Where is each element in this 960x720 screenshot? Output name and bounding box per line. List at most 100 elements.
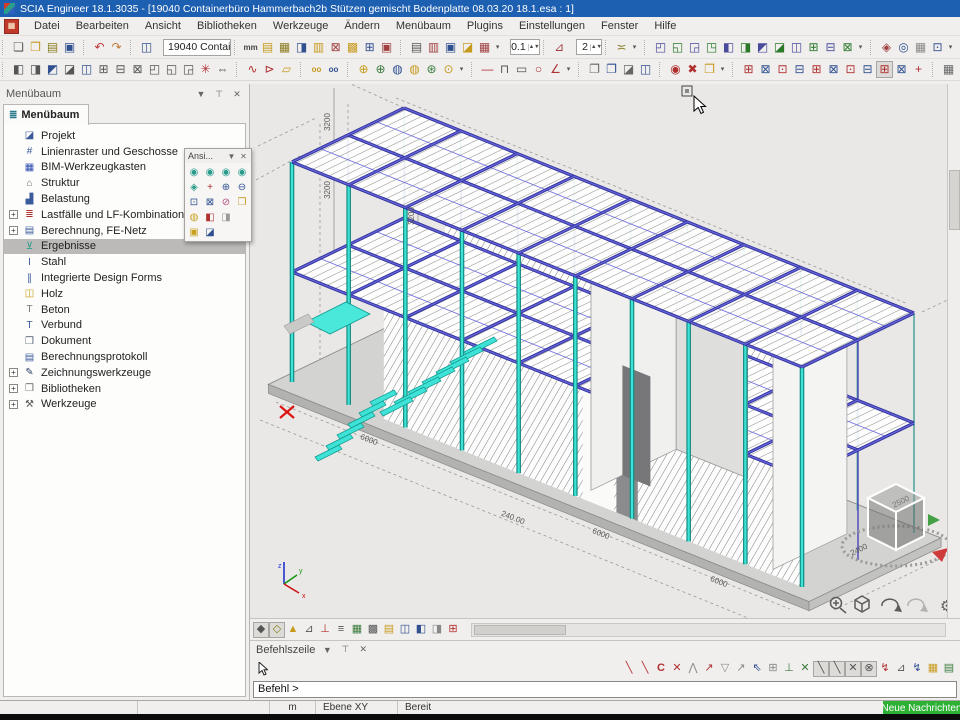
- view-corner-icon[interactable]: ◈: [187, 180, 202, 194]
- cursor-snap-settings-icon[interactable]: ⇖: [749, 661, 765, 677]
- spinner-arrows-icon[interactable]: ▲▼: [590, 44, 601, 51]
- member-tool-3-icon[interactable]: ⊡: [774, 61, 791, 78]
- new-messages-badge[interactable]: Neue Nachrichten: [883, 701, 960, 715]
- show-sections-icon[interactable]: ▤: [381, 622, 397, 638]
- move-icon[interactable]: ❐: [603, 61, 620, 78]
- rotate-icon[interactable]: ◪: [620, 61, 637, 78]
- calculator-icon[interactable]: ▦: [276, 39, 293, 56]
- document-icon[interactable]: ▣: [442, 39, 459, 56]
- paste-attributes-icon[interactable]: ▥: [310, 39, 327, 56]
- chain-2-icon[interactable]: oo: [325, 61, 342, 78]
- menu-bibliotheken[interactable]: Bibliotheken: [189, 18, 265, 34]
- tree-item-integrierte-design-forms[interactable]: ∥Integrierte Design Forms: [4, 270, 245, 286]
- mdi-document-icon[interactable]: ▦: [4, 19, 19, 34]
- draw-angle-icon[interactable]: ∠: [547, 61, 564, 78]
- status-plane[interactable]: Ebene XY: [316, 701, 398, 714]
- new-project-icon[interactable]: ❏: [10, 39, 27, 56]
- node-tool-2-icon[interactable]: ⊕: [372, 61, 389, 78]
- delete-icon[interactable]: ⊠: [327, 39, 344, 56]
- picture-icon[interactable]: ▦: [476, 39, 493, 56]
- node-tool-4-icon[interactable]: ◍: [406, 61, 423, 78]
- ansicht-palette[interactable]: Ansi... ▼ ✕ ◉◉◉◉◈+⊕⊖⊡⊠⊘❒◍◧◨▣◪: [184, 148, 252, 242]
- zoom-out-icon[interactable]: ⊖: [235, 180, 250, 194]
- visibility-caret[interactable]: ▾: [718, 61, 727, 78]
- vscroll-thumb[interactable]: [949, 170, 960, 230]
- view-x-icon[interactable]: ◉: [187, 165, 202, 179]
- show-axes-icon[interactable]: ≡: [333, 622, 349, 638]
- undo-icon[interactable]: ↶: [91, 39, 108, 56]
- copy-icon[interactable]: ❐: [586, 61, 603, 78]
- expand-icon[interactable]: +: [9, 210, 18, 219]
- layers-icon[interactable]: ▤: [259, 39, 276, 56]
- tree-item-beton[interactable]: TBeton: [4, 302, 245, 318]
- cmd-calc-icon[interactable]: ▦: [925, 661, 941, 677]
- view-param-9-icon[interactable]: ◫: [788, 39, 805, 56]
- chain-1-icon[interactable]: oo: [308, 61, 325, 78]
- export-folder-icon[interactable]: ❒: [701, 61, 718, 78]
- show-mesh-icon[interactable]: ▩: [365, 622, 381, 638]
- table-input-icon[interactable]: ▩: [344, 39, 361, 56]
- zoom-selection-icon[interactable]: ⊘: [219, 195, 234, 209]
- command-input[interactable]: Befehl >: [253, 681, 957, 698]
- units-icon[interactable]: mm: [242, 39, 259, 56]
- expand-icon[interactable]: +: [9, 368, 18, 377]
- expand-icon[interactable]: +: [9, 384, 18, 393]
- view-param-1-icon[interactable]: ◰: [652, 39, 669, 56]
- clip-off-icon[interactable]: ◨: [219, 210, 234, 224]
- view-y-icon[interactable]: ◉: [203, 165, 218, 179]
- search-icon[interactable]: ◎: [895, 39, 912, 56]
- view-axo-icon[interactable]: ◉: [235, 165, 250, 179]
- select-previous-icon[interactable]: ⊟: [112, 61, 129, 78]
- view-param-10-icon[interactable]: ⊞: [805, 39, 822, 56]
- viewport-tools[interactable]: ⚙: [831, 596, 954, 615]
- member-tool-7-icon[interactable]: ⊡: [842, 61, 859, 78]
- menu-menbaum[interactable]: Menübaum: [388, 18, 459, 34]
- tree-item-stahl[interactable]: IStahl: [4, 254, 245, 270]
- coordinate-info-icon[interactable]: ⊡: [929, 39, 946, 56]
- open-project-icon[interactable]: ❒: [27, 39, 44, 56]
- polar-2-icon[interactable]: ⊿: [893, 661, 909, 677]
- info-caret[interactable]: ▾: [946, 39, 955, 56]
- hide-icon[interactable]: ✖: [684, 61, 701, 78]
- member-tool-10-icon[interactable]: ⊠: [893, 61, 910, 78]
- show-supports-icon[interactable]: ▲: [285, 622, 301, 638]
- cmd-close-icon[interactable]: ✕: [357, 644, 369, 655]
- member-tool-6-icon[interactable]: ⊠: [825, 61, 842, 78]
- select-filter-1-icon[interactable]: ◰: [146, 61, 163, 78]
- model-canvas[interactable]: 3200 3200 3200 6000 240.00 6000 6000 240…: [250, 84, 960, 618]
- view-param-2-icon[interactable]: ◱: [669, 39, 686, 56]
- menu-einstellungen[interactable]: Einstellungen: [511, 18, 593, 34]
- view-param-caret[interactable]: ▾: [856, 39, 865, 56]
- scale-more-caret[interactable]: ▾: [630, 39, 639, 56]
- tree-item-projekt[interactable]: ◪Projekt: [4, 128, 245, 144]
- scale-spinner[interactable]: 0.1 ▲▼: [510, 39, 540, 55]
- view-param-12-icon[interactable]: ⊠: [839, 39, 856, 56]
- member-tool-1-icon[interactable]: ⊞: [740, 61, 757, 78]
- tree-item-berechnungsprotokoll[interactable]: ▤Berechnungsprotokoll: [4, 349, 245, 365]
- select-layer-icon[interactable]: ◫: [78, 61, 95, 78]
- table-edit-icon[interactable]: ⊞: [361, 39, 378, 56]
- tree-item-holz[interactable]: ◫Holz: [4, 286, 245, 302]
- view-point-icon[interactable]: +: [203, 180, 218, 194]
- tree-item-dokument[interactable]: ❒Dokument: [4, 333, 245, 349]
- select-star-icon[interactable]: ✳: [197, 61, 214, 78]
- render-wireframe-icon[interactable]: ◇: [269, 622, 285, 638]
- viewport-vscrollbar[interactable]: [947, 84, 960, 618]
- view-param-6-icon[interactable]: ◨: [737, 39, 754, 56]
- window-view-3-icon[interactable]: ◨: [429, 622, 445, 638]
- print-icon[interactable]: ▤: [408, 39, 425, 56]
- menu-ansicht[interactable]: Ansicht: [137, 18, 189, 34]
- member-tool-2-icon[interactable]: ⊠: [757, 61, 774, 78]
- recalculate-icon[interactable]: ▣: [378, 39, 395, 56]
- move-node-icon[interactable]: +: [910, 61, 927, 78]
- palette-menu-icon[interactable]: ▼: [227, 152, 236, 161]
- cmd-pin-icon[interactable]: ⊤: [339, 644, 351, 655]
- lasso-icon[interactable]: ∿: [244, 61, 261, 78]
- view-z-icon[interactable]: ◉: [219, 165, 234, 179]
- panel-pin-icon[interactable]: ⊤: [213, 89, 225, 100]
- pick-icon[interactable]: ⊳: [261, 61, 278, 78]
- mirror-icon[interactable]: ◫: [637, 61, 654, 78]
- redo-icon[interactable]: ↷: [108, 39, 125, 56]
- light-icon[interactable]: ◍: [187, 210, 202, 224]
- tree-item-bibliotheken[interactable]: +❒Bibliotheken: [4, 381, 245, 397]
